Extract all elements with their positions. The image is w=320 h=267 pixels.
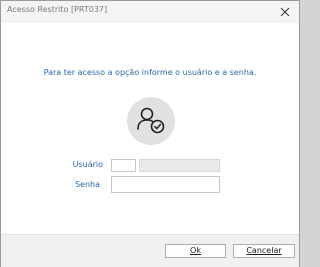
password-input[interactable]: [111, 176, 220, 193]
close-icon: [280, 7, 290, 17]
title-bar: Acesso Restrito [PRT037]: [1, 1, 299, 23]
cancel-button[interactable]: Cancelar: [233, 244, 295, 258]
user-name-display: [139, 159, 220, 172]
ok-button[interactable]: Ok: [165, 244, 226, 258]
window-title: Acesso Restrito [PRT037]: [7, 5, 108, 14]
instruction-message: Para ter acesso a opção informe o usuári…: [43, 68, 257, 77]
user-label: Usuário: [72, 160, 103, 169]
password-label: Senha: [74, 180, 100, 189]
close-button[interactable]: [277, 4, 293, 20]
login-dialog: Acesso Restrito [PRT037] Para ter acesso…: [0, 0, 300, 267]
dialog-body: Para ter acesso a opção informe o usuári…: [1, 23, 299, 234]
button-bar: Ok Cancelar: [1, 234, 299, 267]
avatar: [127, 97, 175, 145]
user-check-icon: [137, 107, 165, 134]
user-code-input[interactable]: [111, 159, 136, 172]
